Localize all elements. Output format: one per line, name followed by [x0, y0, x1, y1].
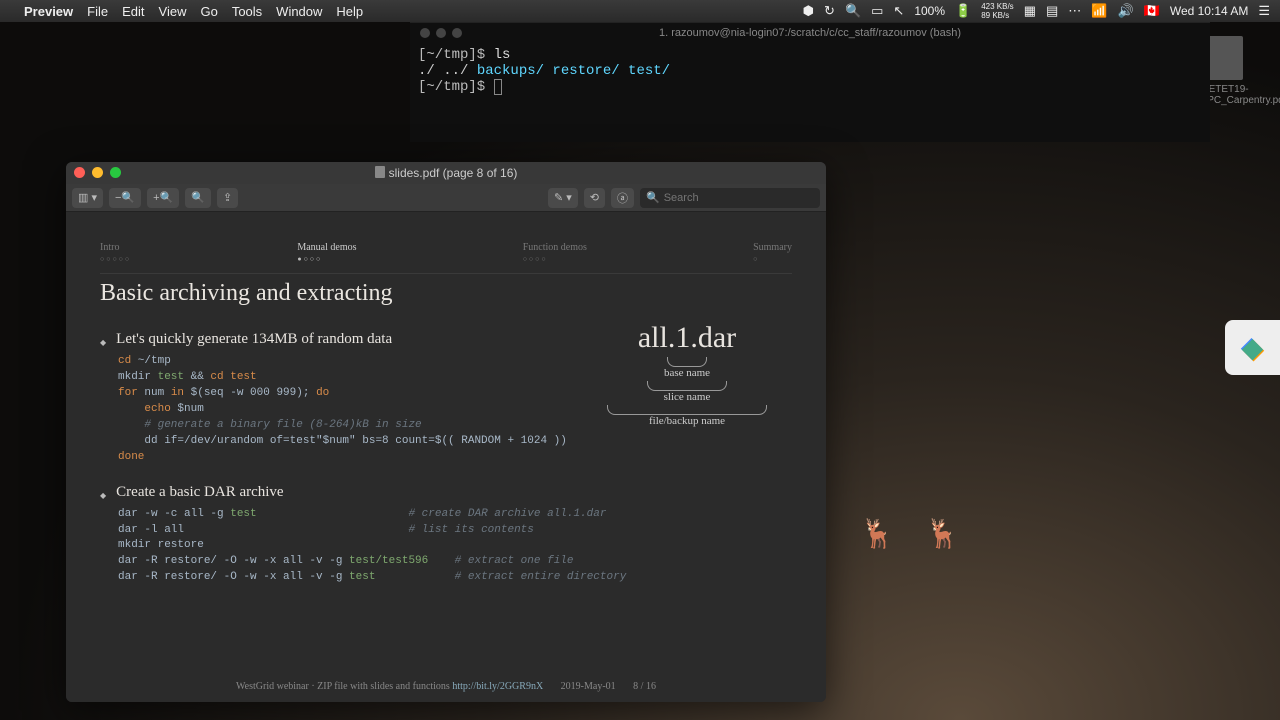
zoom-icon[interactable]	[452, 28, 462, 38]
flag-icon[interactable]: 🇨🇦	[1144, 3, 1160, 19]
preview-toolbar: ▥ ▾ −🔍 +🔍 🔍 ⇪ ✎ ▾ ⟲ ⓐ 🔍	[66, 184, 826, 212]
markup-button[interactable]: ⓐ	[611, 188, 634, 208]
sidebar-toggle-button[interactable]: ▥ ▾	[72, 188, 103, 208]
search-input[interactable]	[664, 192, 814, 204]
window-title: slides.pdf (page 8 of 16)	[389, 166, 518, 180]
slide-footer: WestGrid webinar · ZIP file with slides …	[66, 681, 826, 692]
menu-tools[interactable]: Tools	[232, 4, 262, 19]
terminal-output[interactable]: [~/tmp]$ ls ./ ../ backups/ restore/ tes…	[410, 43, 1210, 99]
close-button[interactable]	[74, 167, 85, 178]
pdf-icon	[1207, 36, 1243, 80]
network-stats[interactable]: 423 KB/s 89 KB/s	[981, 2, 1013, 20]
search-field[interactable]: 🔍	[640, 188, 820, 208]
menu-view[interactable]: View	[159, 4, 187, 19]
sync-icon[interactable]: ↻	[824, 3, 835, 19]
terminal-window[interactable]: 1. razoumov@nia-login07:/scratch/c/cc_st…	[410, 22, 1210, 142]
wallpaper-silhouette: 🦌🦌	[860, 517, 990, 550]
displays-icon[interactable]: ▭	[871, 3, 883, 19]
code-block-2: dar -w -c all -g test # create DAR archi…	[118, 507, 792, 587]
menu-window[interactable]: Window	[276, 4, 322, 19]
battery-icon[interactable]: 🔋	[955, 3, 971, 19]
menu-edit[interactable]: Edit	[122, 4, 144, 19]
volume-icon[interactable]: 🔊	[1117, 3, 1133, 19]
slide-title: Basic archiving and extracting	[100, 280, 792, 307]
highlight-button[interactable]: ✎ ▾	[548, 188, 578, 208]
zoom-fit-button[interactable]: 🔍	[185, 188, 211, 208]
menu-file[interactable]: File	[87, 4, 108, 19]
minimize-button[interactable]	[92, 167, 103, 178]
page-number: 8 / 16	[633, 681, 656, 692]
preview-titlebar[interactable]: slides.pdf (page 8 of 16)	[66, 162, 826, 184]
share-button[interactable]: ⇪	[217, 188, 238, 208]
battery-percent[interactable]: 100%	[914, 4, 945, 18]
close-icon[interactable]	[420, 28, 430, 38]
bullet-2: Create a basic DAR archive	[100, 484, 792, 501]
filename-diagram: all.1.dar base name slice name file/back…	[592, 321, 782, 427]
slide-section-nav: Intro○○○○○ Manual demos●○○○ Function dem…	[100, 242, 792, 274]
zoom-in-button[interactable]: +🔍	[147, 188, 179, 208]
notification-center-icon[interactable]: ☰	[1258, 3, 1270, 19]
status-icon-2[interactable]: ▤	[1046, 3, 1058, 19]
preview-window: slides.pdf (page 8 of 16) ▥ ▾ −🔍 +🔍 🔍 ⇪ …	[66, 162, 826, 702]
menu-clock[interactable]: Wed 10:14 AM	[1170, 4, 1249, 18]
dropbox-icon[interactable]: ⬢	[803, 3, 814, 19]
search-icon: 🔍	[646, 191, 660, 204]
background-app-peek[interactable]: ◆	[1225, 320, 1280, 375]
rotate-button[interactable]: ⟲	[584, 188, 605, 208]
document-icon	[375, 166, 385, 178]
status-icon[interactable]: ▦	[1024, 3, 1036, 19]
wifi-icon[interactable]: 📶	[1091, 3, 1107, 19]
vm-icon: ◆	[1242, 331, 1264, 364]
slide-content: Intro○○○○○ Manual demos●○○○ Function dem…	[66, 212, 826, 702]
spotlight-icon[interactable]: 🔍	[845, 3, 861, 19]
terminal-title: 1. razoumov@nia-login07:/scratch/c/cc_st…	[410, 23, 1210, 43]
zoom-out-button[interactable]: −🔍	[109, 188, 141, 208]
bluetooth-icon[interactable]: ⋯	[1068, 3, 1081, 19]
menu-go[interactable]: Go	[200, 4, 217, 19]
zoom-button[interactable]	[110, 167, 121, 178]
app-name[interactable]: Preview	[24, 4, 73, 19]
minimize-icon[interactable]	[436, 28, 446, 38]
cursor-icon[interactable]: ↖	[893, 3, 904, 19]
menu-help[interactable]: Help	[336, 4, 363, 19]
macos-menubar: Preview File Edit View Go Tools Window H…	[0, 0, 1280, 22]
